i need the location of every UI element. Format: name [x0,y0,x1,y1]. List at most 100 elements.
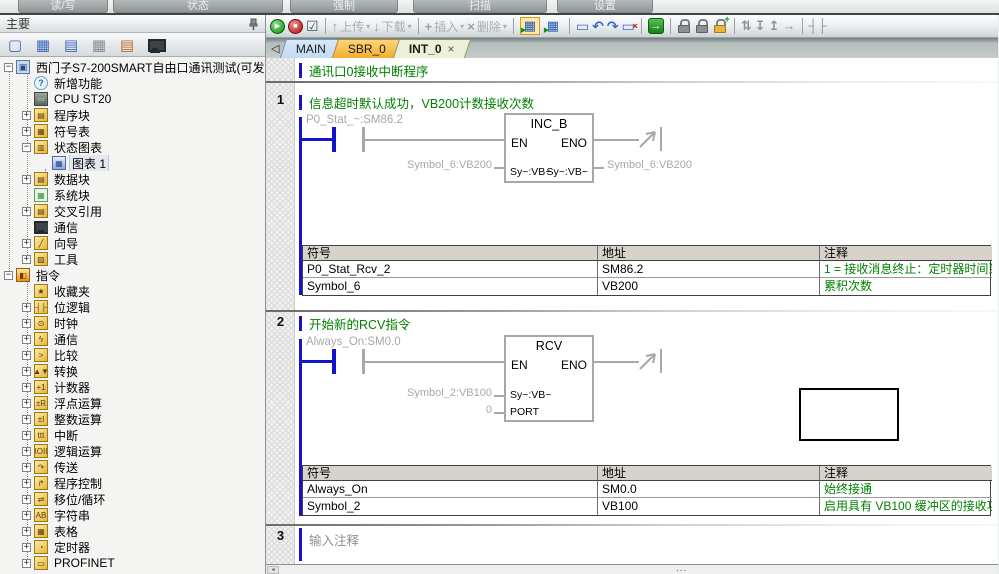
empty-selection-box[interactable] [799,388,899,441]
tree-item-program-block[interactable]: +▤程序块 [0,107,265,123]
tab-int_0[interactable]: INT_0× [392,39,470,58]
tab-close-icon[interactable]: × [447,42,454,56]
tree-toggle-plus[interactable]: + [22,415,31,424]
tree-toggle-plus[interactable]: + [22,559,31,568]
tree-item-counter[interactable]: ++1计数器 [0,379,265,395]
data-block-icon[interactable]: ▤ [60,35,82,54]
ribbon-group-4[interactable]: 扫描 [413,0,547,13]
clear-bookmark-icon[interactable]: ▭× [622,17,635,35]
tree-item-favorites[interactable]: ★收藏夹 [0,283,265,299]
dropdown-caret-icon[interactable]: ▾ [503,22,507,31]
tree-item-data-block[interactable]: +▤数据块 [0,171,265,187]
wire-up-icon[interactable]: ↥ [769,17,780,35]
previous-bookmark-icon[interactable]: ↶ [592,17,604,35]
communications-icon[interactable] [144,35,166,54]
tree-item-comm[interactable]: +ϟ通信 [0,331,265,347]
tree-toggle-plus[interactable]: + [22,239,31,248]
program-block-icon[interactable]: ▢ [4,35,26,54]
dropdown-caret-icon[interactable]: ▾ [408,22,412,31]
tree-toggle-plus[interactable]: + [22,367,31,376]
next-bookmark-icon[interactable]: ↷ [607,17,619,35]
chart-status-icon[interactable]: ▦ [543,17,563,35]
tree-item-logic[interactable]: +IOII逻辑运算 [0,443,265,459]
tree-toggle-plus[interactable]: + [22,447,31,456]
tree-toggle-plus[interactable]: + [22,111,31,120]
tree-toggle-plus[interactable]: + [22,335,31,344]
network-1-comment[interactable]: 信息超时默认成功，VB200计数接收次数 [309,93,534,112]
tree-item-string[interactable]: +AB字符串 [0,507,265,523]
upload-button[interactable]: ↑上传▾ [332,18,371,35]
tree-toggle-plus[interactable]: + [22,543,31,552]
stop-button[interactable]: ■ [288,19,303,34]
tree-toggle-plus[interactable]: + [22,319,31,328]
wire-right-icon[interactable]: → [783,17,796,35]
dropdown-caret-icon[interactable]: ▾ [460,22,464,31]
tree-item-convert[interactable]: +▲▼转换 [0,363,265,379]
tbl-operand[interactable]: Symbol_2:VB100 [366,387,492,399]
system-block-icon[interactable]: ▦ [88,35,110,54]
network-3-comment-placeholder[interactable]: 输入注释 [309,530,359,549]
tree-item-chart[interactable]: ▦图表 1 [0,155,265,171]
tree-item-wizard[interactable]: +╱向导 [0,235,265,251]
out-operand[interactable]: Symbol_6:VB200 [607,159,692,171]
tree-item-status-chart[interactable]: −▥状态图表 [0,139,265,155]
ribbon-group-5[interactable]: 设置 [557,0,653,13]
compile-icon[interactable]: ☑ [306,17,319,35]
tree-item-cross-reference[interactable]: +▤交叉引用 [0,203,265,219]
tree-item-program-control[interactable]: +↱程序控制 [0,475,265,491]
tree-item-profinet[interactable]: +▭PROFINET [0,555,265,571]
tree-item-move[interactable]: +↷传送 [0,459,265,475]
tree-item-timer[interactable]: +◔定时器 [0,539,265,555]
tree-toggle-plus[interactable]: + [22,479,31,488]
tree-toggle-plus[interactable]: + [22,303,31,312]
tree-item-communications[interactable]: 通信 [0,219,265,235]
tree-toggle-plus[interactable]: + [22,351,31,360]
port-operand[interactable]: 0 [366,404,492,416]
contact-left-leg[interactable] [332,349,336,374]
tree-toggle-plus[interactable]: + [22,431,31,440]
tree-toggle-minus[interactable]: − [22,143,31,152]
pin-icon[interactable] [248,18,259,30]
tree-toggle-plus[interactable]: + [22,207,31,216]
program-comment[interactable]: 通讯口0接收中断程序 [309,61,428,80]
tree-toggle-plus[interactable]: + [22,175,31,184]
tree-toggle-plus[interactable]: + [22,255,31,264]
tree-item-symbol-table[interactable]: +▦符号表 [0,123,265,139]
tree-toggle-plus[interactable]: + [22,495,31,504]
inc-b-box[interactable]: INC_B EN ENO Sy~:VB~ Sy~:VB~ [504,113,594,183]
tree-item-cpu[interactable]: ▭CPU ST20 [0,91,265,107]
contact-icon[interactable]: ┤├ [809,17,827,35]
tree-toggle-plus[interactable]: + [22,127,31,136]
network-2-comment[interactable]: 开始新的RCV指令 [309,314,410,333]
tree-item-bit-logic[interactable]: +┤├位逻辑 [0,299,265,315]
tree-toggle-minus[interactable]: − [4,63,13,72]
tree-item-clock[interactable]: +⊙时钟 [0,315,265,331]
tree-item-interrupt[interactable]: +ttt中断 [0,427,265,443]
symbol-table-icon[interactable]: ▦ [32,35,54,54]
tree-item-project[interactable]: −▣西门子S7-200SMART自由口通讯测试(可发 [0,59,265,75]
tree-item-instructions[interactable]: −◧指令 [0,267,265,283]
run-button[interactable]: ▶ [270,19,285,34]
add-lock-icon[interactable]: + [713,17,728,35]
tree-item-float-math[interactable]: +±R浮点运算 [0,395,265,411]
delete-button[interactable]: ×删除▾ [467,18,507,35]
goto-icon[interactable]: → [648,18,664,34]
dropdown-caret-icon[interactable]: ▾ [366,22,370,31]
contact-left-leg[interactable] [332,127,336,152]
scroll-left-icon[interactable]: ◂ [267,566,279,574]
partial-lock-icon[interactable] [695,17,710,35]
ribbon-group-1[interactable]: 读/写 [18,0,108,13]
cross-reference-icon[interactable]: ▤ [116,35,138,54]
tree-toggle-minus[interactable]: − [4,271,13,280]
tree-toggle-plus[interactable]: + [22,463,31,472]
branch-icon[interactable]: ⇅ [741,17,752,35]
tree-item-integer-math[interactable]: +±I整数运算 [0,411,265,427]
tree-item-tools[interactable]: +▨工具 [0,251,265,267]
program-status-icon[interactable]: ▦ [520,17,540,35]
tree-toggle-plus[interactable]: + [22,527,31,536]
rcv-box[interactable]: RCV EN ENO Sy~:VB~ PORT [504,335,594,422]
bookmark-icon[interactable]: ▭ [576,17,589,35]
tree-toggle-plus[interactable]: + [22,511,31,520]
download-button[interactable]: ↓下载▾ [373,18,412,35]
lock-icon[interactable] [677,17,692,35]
